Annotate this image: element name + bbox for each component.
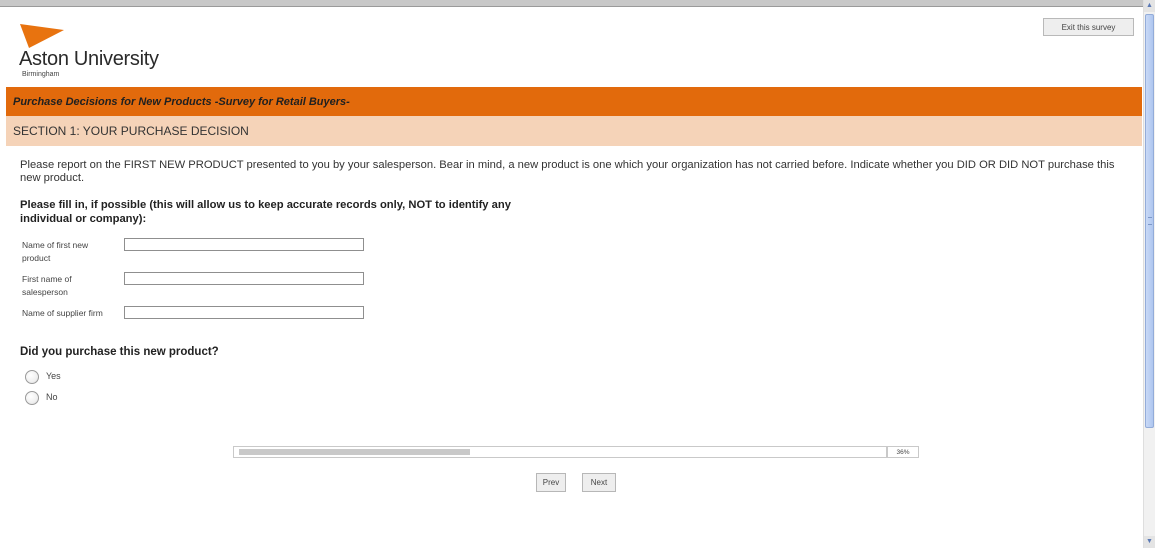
survey-title-bar: Purchase Decisions for New Products -Sur… <box>6 87 1142 116</box>
purchase-question: Did you purchase this new product? <box>20 346 219 358</box>
scrollbar-thumb[interactable] <box>1145 14 1154 428</box>
supplier-firm-input[interactable] <box>124 306 364 319</box>
product-name-input[interactable] <box>124 238 364 251</box>
supplier-firm-label: Name of supplier firm <box>22 308 103 318</box>
next-button[interactable]: Next <box>582 473 616 492</box>
survey-page: Aston University Birmingham Exit this su… <box>6 7 1142 548</box>
instructions-text: Please report on the FIRST NEW PRODUCT p… <box>20 159 1115 184</box>
window-top-border <box>0 0 1143 7</box>
scroll-up-arrow-icon[interactable]: ▲ <box>1144 0 1155 12</box>
prev-button[interactable]: Prev <box>536 473 566 492</box>
product-name-label: Name of first new product <box>22 240 89 263</box>
no-radio-button[interactable] <box>25 391 39 405</box>
no-label: No <box>46 392 58 402</box>
section-header: SECTION 1: YOUR PURCHASE DECISION <box>6 116 1142 146</box>
progress-percent: 36% <box>887 446 919 458</box>
exit-survey-button[interactable]: Exit this survey <box>1043 18 1134 36</box>
logo-wordmark: Aston University <box>19 48 159 70</box>
vertical-scrollbar[interactable]: ▲ ▼ <box>1143 0 1155 548</box>
scroll-grip-icon <box>1148 217 1152 225</box>
yes-radio-button[interactable] <box>25 370 39 384</box>
yes-label: Yes <box>46 371 61 381</box>
logo-subtitle: Birmingham <box>22 71 60 78</box>
salesperson-name-label: First name of salesperson <box>22 274 72 297</box>
progress-fill <box>239 449 470 455</box>
scroll-down-arrow-icon[interactable]: ▼ <box>1144 536 1155 548</box>
fill-in-heading: Please fill in, if possible (this will a… <box>20 199 511 225</box>
salesperson-name-input[interactable] <box>124 272 364 285</box>
progress-bar <box>233 446 887 458</box>
aston-logo-icon <box>20 24 64 48</box>
